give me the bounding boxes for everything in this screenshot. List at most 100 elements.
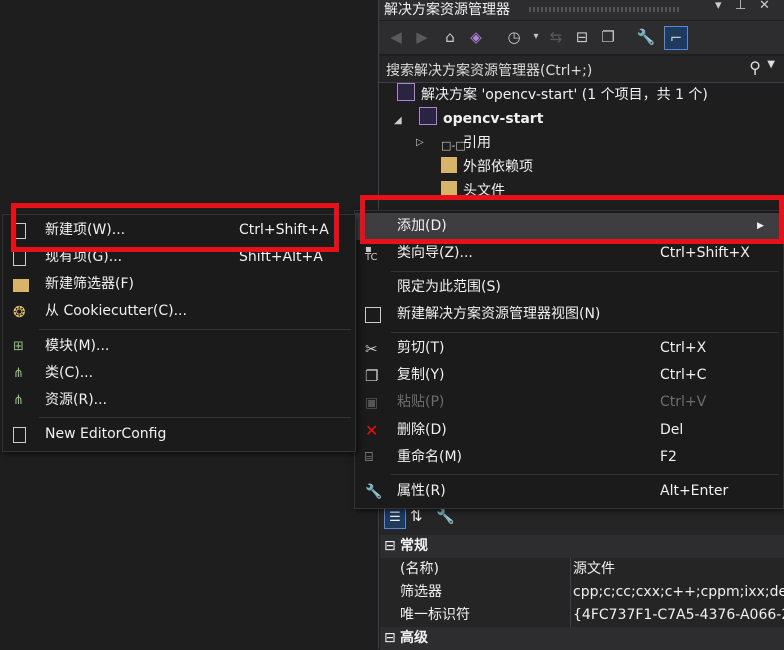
menu-item-paste[interactable]: ▣ 粘贴(P) Ctrl+V (355, 389, 781, 416)
forward-icon[interactable]: ▶ (411, 26, 433, 48)
pending-changes-icon[interactable]: ◷ (503, 26, 525, 48)
folder-icon (441, 157, 457, 173)
expand-arrow-icon[interactable]: ◢ (394, 115, 402, 126)
tree-item-label: 引用 (463, 135, 491, 151)
menu-separator (39, 329, 351, 330)
property-key: 唯一标识符 (400, 607, 470, 623)
tree-item-header-files[interactable]: 头文件 (441, 179, 505, 196)
module-icon: ⊞ (13, 339, 24, 354)
property-pages-wrench-icon[interactable]: 🔧 (436, 507, 455, 525)
collapse-section-icon[interactable]: ⊟ (384, 627, 396, 650)
close-icon[interactable]: ✕ (759, 0, 770, 13)
menu-item-label: 模块(M)... (45, 338, 110, 354)
menu-item-new-filter[interactable]: 新建筛选器(F) (3, 271, 353, 298)
pending-dropdown-icon[interactable]: ▾ (525, 26, 547, 48)
menu-item-label: 删除(D) (397, 422, 447, 438)
cookiecutter-icon: ❂ (13, 303, 26, 321)
menu-item-rename[interactable]: ⌸ 重命名(M) F2 (355, 444, 781, 471)
menu-separator (391, 474, 779, 475)
menu-item-shortcut: Alt+Enter (660, 483, 729, 499)
search-options-icon[interactable]: ▼ (767, 59, 775, 70)
property-key: (名称) (400, 561, 439, 577)
properties-wrench-icon[interactable]: 🔧 (635, 26, 657, 48)
menu-item-shortcut: Ctrl+C (660, 367, 707, 383)
sync-icon[interactable]: ⇆ (545, 26, 567, 48)
tree-item-solution[interactable]: 解决方案 'opencv-start' (1 个项目，共 1 个) (397, 83, 708, 107)
vs-switch-views-icon[interactable]: ◈ (465, 26, 487, 48)
menu-item-label: 复制(Y) (397, 367, 445, 383)
home-icon[interactable]: ⌂ (439, 26, 461, 48)
collapse-section-icon[interactable]: ⊟ (384, 535, 396, 558)
property-row[interactable]: 唯一标识符 {4FC737F1-C7A5-4376-A066-2A32D752A… (380, 604, 784, 627)
cpp-project-icon (419, 107, 437, 125)
menu-item-shortcut: Ctrl+Shift+X (660, 245, 750, 261)
existing-item-icon (13, 250, 26, 266)
tree-item-label: 解决方案 'opencv-start' (1 个项目，共 1 个) (421, 87, 708, 103)
context-menu: 添加(D) ▶ ▪ TC 类向导(Z)... Ctrl+Shift+X 限定为此范… (354, 210, 784, 509)
wrench-icon: 🔧 (365, 484, 383, 500)
menu-item-delete[interactable]: ✕ 删除(D) Del (355, 417, 781, 444)
menu-item-label: 从 Cookiecutter(C)... (45, 303, 187, 319)
pin-icon[interactable]: ⊥ (735, 0, 746, 13)
menu-separator (391, 332, 779, 333)
menu-item-shortcut: Ctrl+V (660, 394, 707, 410)
menu-item-new-explorer-view[interactable]: 新建解决方案资源管理器视图(N) (355, 301, 781, 328)
menu-item-properties[interactable]: 🔧 属性(R) Alt+Enter (355, 478, 781, 505)
paste-icon: ▣ (365, 395, 379, 411)
menu-item-module[interactable]: ⊞ 模块(M)... (3, 333, 353, 360)
folder-icon (441, 181, 457, 196)
menu-item-scope-to-this[interactable]: 限定为此范围(S) (355, 274, 781, 301)
title-grip[interactable] (529, 7, 679, 12)
menu-item-cookiecutter[interactable]: ❂ 从 Cookiecutter(C)... (3, 298, 353, 325)
rename-icon: ⌸ (365, 450, 373, 465)
tree-item-references[interactable]: □-□引用 (441, 131, 491, 155)
show-all-files-icon[interactable]: ❐ (597, 26, 619, 48)
collapse-all-icon[interactable]: ⊟ (571, 26, 593, 48)
panel-title: 解决方案资源管理器 (384, 2, 510, 18)
resource-icon: ⋔ (13, 393, 24, 408)
solution-icon (397, 83, 415, 101)
property-value[interactable]: cpp;c;cc;cxx;c++;cppm;ixx;def;odl;idl;hp… (573, 581, 784, 604)
section-title: 常规 (400, 538, 428, 554)
menu-item-copy[interactable]: ❐ 复制(Y) Ctrl+C (355, 362, 781, 389)
property-grid-divider[interactable] (570, 558, 571, 627)
section-advanced[interactable]: ⊟ 高级 (380, 627, 784, 650)
menu-separator (39, 417, 351, 418)
property-value[interactable]: {4FC737F1-C7A5-4376-A066-2A32D752A2FF} (573, 604, 784, 627)
menu-item-cut[interactable]: ✂ 剪切(T) Ctrl+X (355, 335, 781, 362)
menu-item-label: 类(C)... (45, 365, 94, 381)
property-key: 筛选器 (400, 584, 442, 600)
menu-item-shortcut: Ctrl+X (660, 340, 707, 356)
back-icon[interactable]: ◀ (385, 26, 407, 48)
highlight-box-new-item (11, 203, 339, 252)
menu-item-label: New EditorConfig (45, 426, 167, 442)
panel-title-bar: 解决方案资源管理器 ▾ ⊥ ✕ (379, 0, 784, 20)
categorized-icon[interactable]: ☰ (384, 507, 406, 529)
menu-item-resource[interactable]: ⋔ 资源(R)... (3, 387, 353, 414)
alphabetical-icon[interactable]: ⇅ (410, 507, 423, 525)
dropdown-icon[interactable]: ▾ (715, 0, 722, 13)
scissors-icon: ✂ (365, 340, 378, 358)
search-box[interactable]: 搜索解决方案资源管理器(Ctrl+;) ⚲ ▼ (379, 56, 784, 83)
tree-item-project[interactable]: opencv-start (419, 107, 543, 131)
search-icon[interactable]: ⚲ (749, 58, 761, 77)
property-value[interactable]: 源文件 (573, 558, 784, 581)
menu-item-class-wizard[interactable]: ▪ TC 类向导(Z)... Ctrl+Shift+X (355, 240, 781, 267)
class-wizard-icon: ▪ TC (365, 244, 378, 263)
collapse-arrow-icon[interactable]: ▷ (416, 137, 424, 148)
property-row[interactable]: 筛选器 cpp;c;cc;cxx;c++;cppm;ixx;def;odl;id… (380, 581, 784, 604)
menu-item-new-editorconfig[interactable]: New EditorConfig (3, 421, 353, 448)
tree-item-label: 外部依赖项 (463, 159, 533, 175)
references-icon: □-□ (441, 139, 466, 152)
menu-item-label: 粘贴(P) (397, 394, 445, 410)
menu-item-label: 重命名(M) (397, 449, 463, 465)
menu-item-class[interactable]: ⋔ 类(C)... (3, 360, 353, 387)
section-general[interactable]: ⊟ 常规 (380, 535, 784, 558)
preview-selected-icon[interactable]: ⌐ (664, 26, 688, 50)
new-view-icon (365, 307, 381, 323)
tree-item-external-deps[interactable]: 外部依赖项 (441, 155, 533, 179)
editorconfig-file-icon (13, 427, 26, 443)
menu-item-label: 资源(R)... (45, 392, 108, 408)
menu-item-shortcut: Del (660, 422, 684, 438)
property-row[interactable]: (名称) 源文件 (380, 558, 784, 581)
